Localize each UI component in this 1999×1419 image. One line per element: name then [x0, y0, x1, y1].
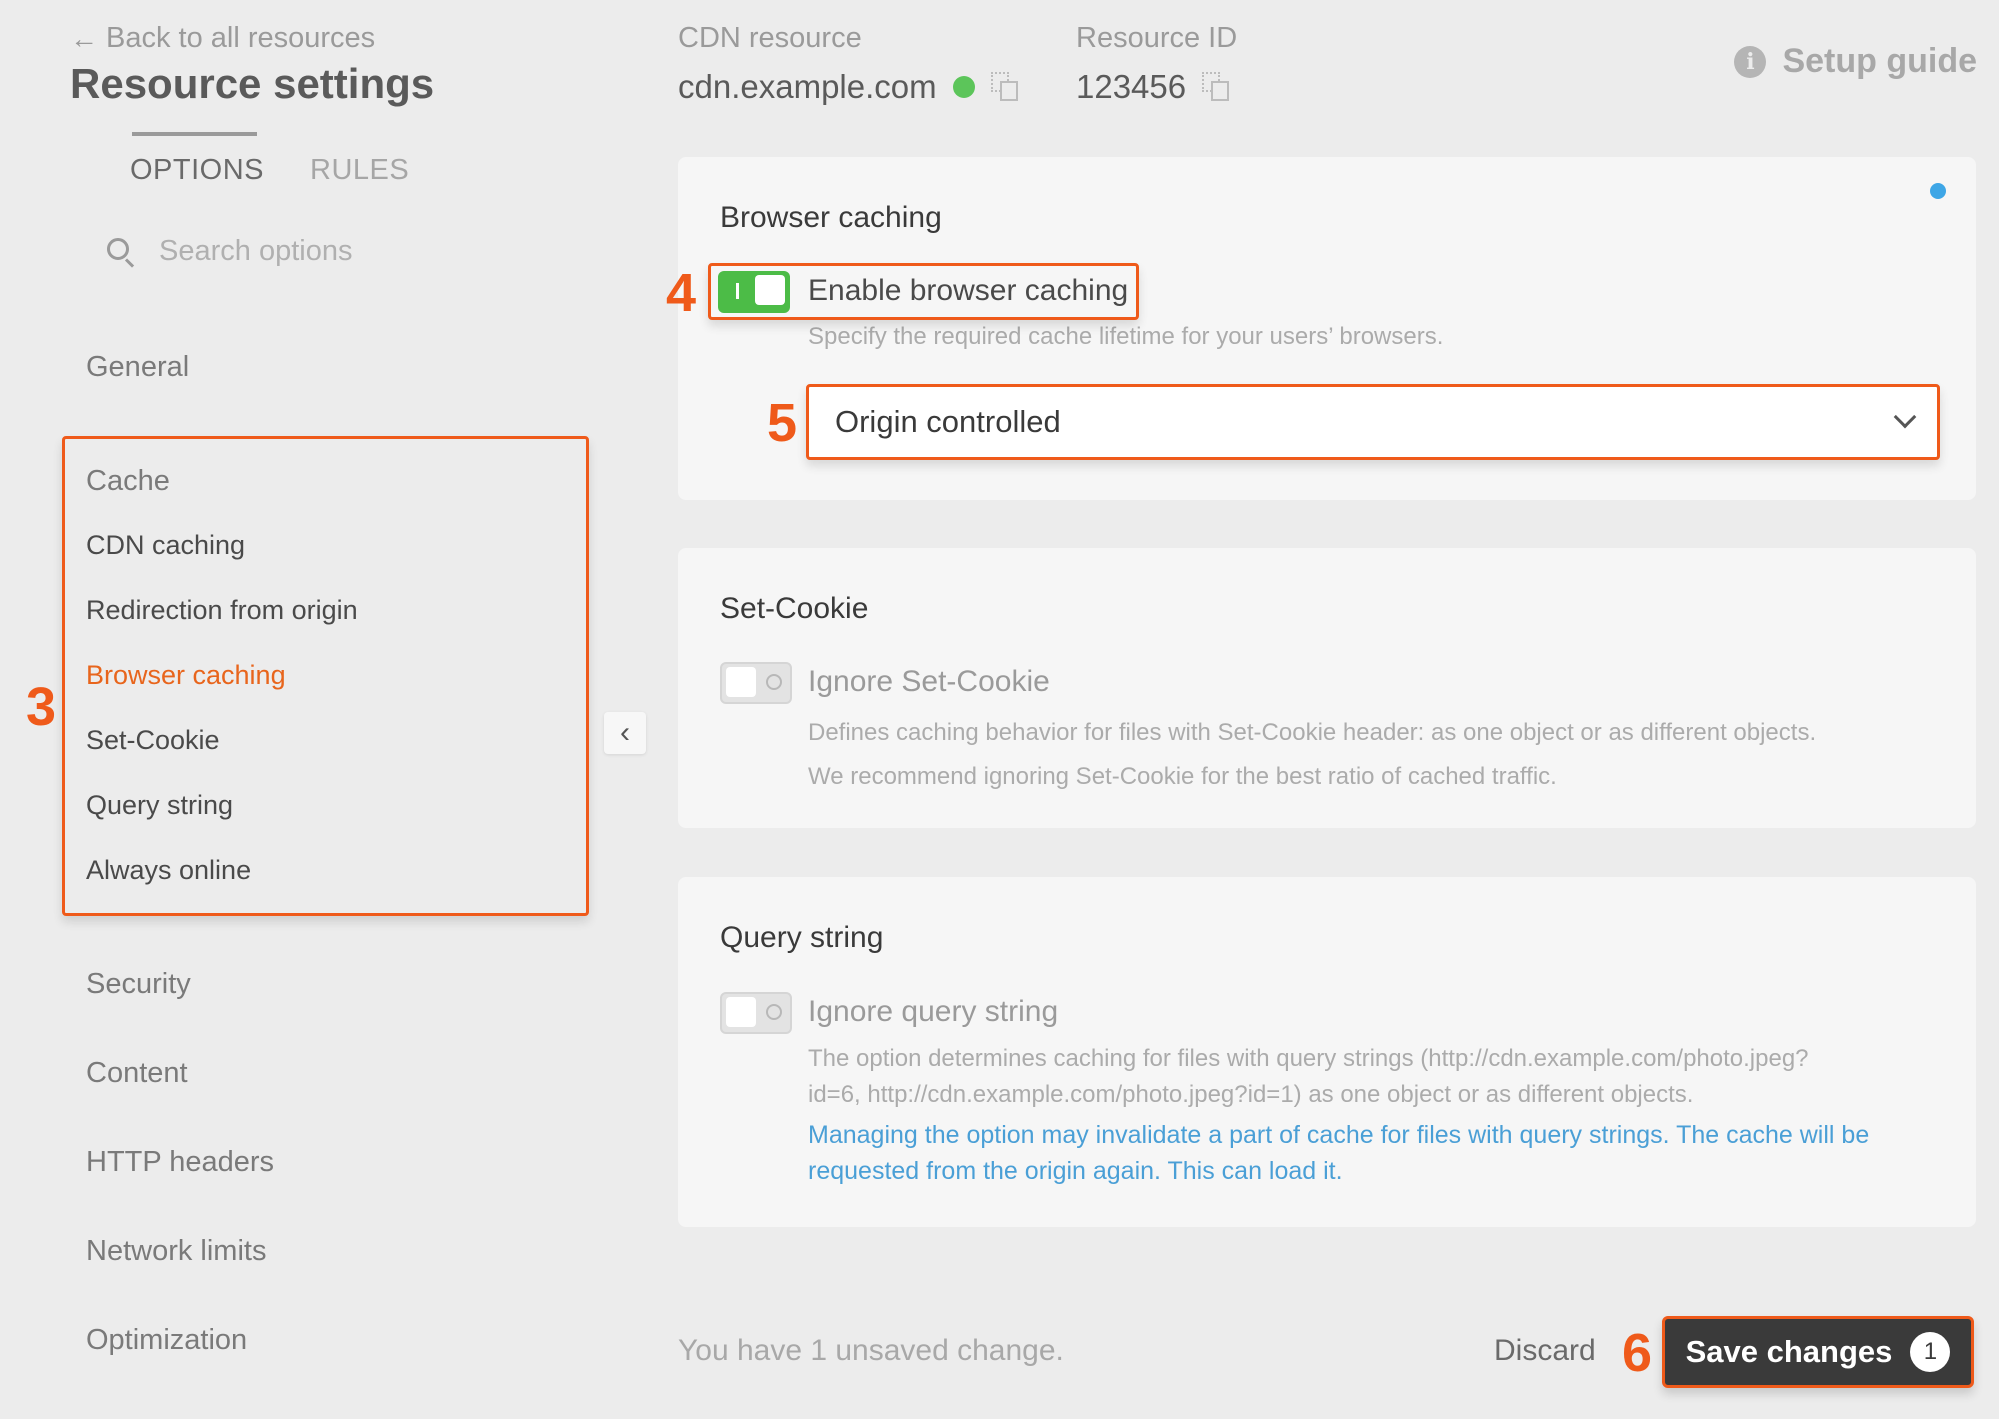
save-changes-button[interactable]: Save changes 1 — [1662, 1316, 1974, 1388]
query-string-warning-2: requested from the origin again. This ca… — [808, 1157, 1343, 1185]
search-input[interactable] — [159, 235, 479, 268]
cache-lifetime-value: Origin controlled — [835, 404, 1061, 439]
cdn-domain: cdn.example.com — [678, 68, 937, 105]
arrow-left-icon: ← — [70, 22, 98, 54]
ignore-set-cookie-toggle[interactable] — [720, 662, 792, 704]
ignore-set-cookie-label: Ignore Set-Cookie — [808, 665, 1050, 698]
callout-3: 3 — [26, 677, 57, 737]
query-string-description-1: The option determines caching for files … — [808, 1045, 1809, 1072]
sidebar-item-content[interactable]: Content — [86, 1057, 188, 1090]
query-string-warning-1: Managing the option may invalidate a par… — [808, 1121, 1870, 1149]
cache-lifetime-select[interactable]: Origin controlled — [806, 384, 1940, 460]
sidebar-item-http-headers[interactable]: HTTP headers — [86, 1146, 274, 1179]
cdn-resource-label: CDN resource — [678, 22, 862, 54]
sidebar-item-browser-caching[interactable]: Browser caching — [86, 660, 286, 691]
ignore-query-string-label: Ignore query string — [808, 995, 1059, 1028]
query-string-title: Query string — [720, 921, 884, 954]
sidebar-item-security[interactable]: Security — [86, 968, 191, 1001]
resource-id-value: 123456 — [1076, 68, 1230, 106]
copy-icon[interactable] — [1202, 72, 1230, 102]
set-cookie-description-2: We recommend ignoring Set-Cookie for the… — [808, 763, 1557, 790]
back-link[interactable]: ← Back to all resources — [70, 22, 375, 55]
sidebar-item-redirection-from-origin[interactable]: Redirection from origin — [86, 595, 358, 626]
tab-rules[interactable]: RULES — [310, 154, 409, 187]
resource-id-label: Resource ID — [1076, 22, 1238, 54]
sidebar-item-network-limits[interactable]: Network limits — [86, 1235, 266, 1268]
status-indicator — [952, 76, 975, 98]
callout-6: 6 — [1622, 1323, 1653, 1383]
resource-id: 123456 — [1076, 68, 1187, 105]
browser-caching-title: Browser caching — [720, 201, 942, 234]
set-cookie-card: Set-Cookie Ignore Set-Cookie Defines cac… — [678, 548, 1976, 828]
sidebar-item-always-online[interactable]: Always online — [86, 855, 251, 886]
callout-5: 5 — [767, 393, 798, 453]
collapse-sidebar-button[interactable]: ‹ — [604, 712, 646, 754]
tab-active-indicator — [132, 132, 257, 136]
chevron-left-icon: ‹ — [620, 716, 630, 749]
unsaved-indicator — [1930, 183, 1946, 199]
page-title: Resource settings — [70, 60, 435, 107]
sidebar-item-query-string[interactable]: Query string — [86, 790, 233, 821]
chevron-down-icon — [1893, 405, 1917, 429]
enable-browser-caching-toggle[interactable] — [718, 271, 790, 313]
discard-button[interactable]: Discard — [1494, 1334, 1596, 1368]
sidebar-item-set-cookie[interactable]: Set-Cookie — [86, 725, 220, 756]
cdn-resource-value: cdn.example.com — [678, 68, 1019, 106]
callout-4: 4 — [666, 263, 697, 323]
set-cookie-description-1: Defines caching behavior for files with … — [808, 719, 1817, 746]
sidebar-item-general[interactable]: General — [86, 351, 189, 384]
setup-guide-link[interactable]: i Setup guide — [1734, 42, 1977, 81]
unsaved-changes-text: You have 1 unsaved change. — [678, 1334, 1064, 1367]
tab-options[interactable]: OPTIONS — [130, 154, 264, 187]
save-changes-label: Save changes — [1685, 1334, 1893, 1369]
set-cookie-title: Set-Cookie — [720, 592, 869, 625]
ignore-query-string-toggle[interactable] — [720, 992, 792, 1034]
browser-caching-description: Specify the required cache lifetime for … — [808, 323, 1444, 350]
sidebar-item-cache[interactable]: Cache — [86, 465, 170, 498]
query-string-card: Query string Ignore query string The opt… — [678, 877, 1976, 1227]
sidebar-item-cdn-caching[interactable]: CDN caching — [86, 530, 245, 561]
query-string-description-2: id=6, http://cdn.example.com/photo.jpeg?… — [808, 1081, 1694, 1108]
sidebar-item-optimization[interactable]: Optimization — [86, 1324, 247, 1357]
search-bar — [105, 235, 479, 268]
setup-guide-label: Setup guide — [1782, 42, 1977, 80]
back-link-label: Back to all resources — [106, 22, 376, 54]
info-icon: i — [1734, 45, 1767, 78]
enable-browser-caching-label: Enable browser caching — [808, 274, 1129, 307]
copy-icon[interactable] — [990, 72, 1019, 102]
unsaved-count-badge: 1 — [1910, 1332, 1951, 1372]
search-icon — [105, 236, 137, 268]
